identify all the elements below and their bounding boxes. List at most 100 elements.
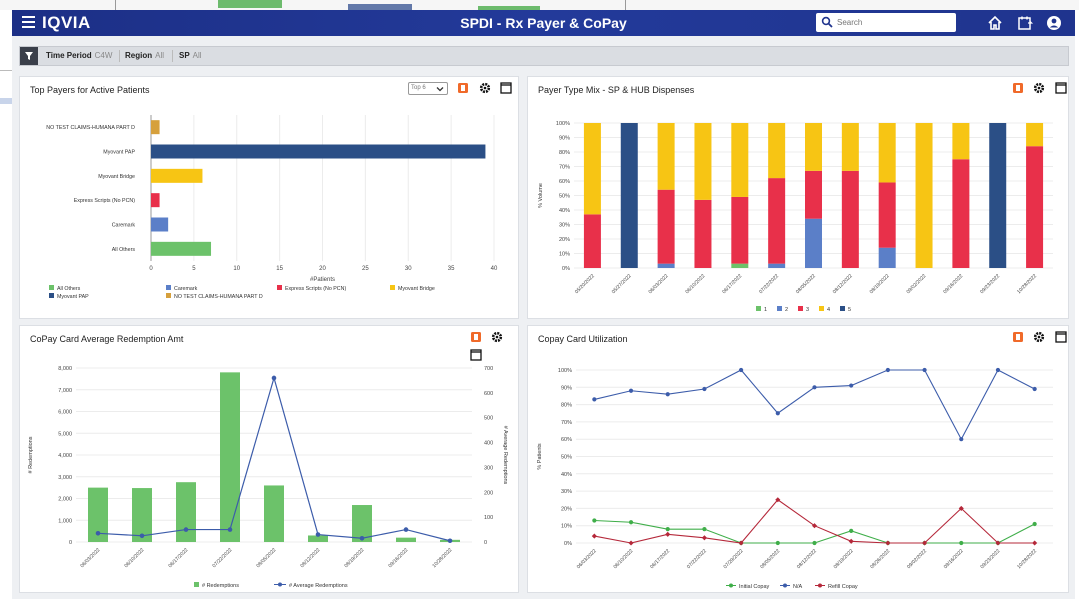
line-point	[702, 527, 707, 532]
stacked-bar-segment	[989, 123, 1007, 268]
copay-utilization-chart: 0% 10% 20% 30% 40% 50% 60% 70% 80% 90% 100% % Patie…	[537, 367, 1053, 590]
line-point	[183, 527, 189, 532]
stacked-bar-segment	[731, 263, 749, 268]
top-n-select[interactable]: Top 6	[408, 82, 448, 95]
x-tick-label: 5	[192, 266, 196, 272]
line-point	[592, 397, 597, 402]
stacked-bar-segment	[1026, 146, 1044, 268]
calendar-refresh-icon[interactable]	[1016, 14, 1034, 32]
line-point	[591, 533, 597, 539]
filter-time-period[interactable]: Time Period C4W	[46, 51, 112, 60]
line-point	[227, 527, 233, 532]
line-point	[271, 375, 277, 381]
line-point	[628, 520, 634, 525]
export-icon[interactable]	[457, 82, 469, 94]
x-tick-label: 07/29/2022	[723, 548, 745, 570]
bar	[151, 168, 203, 183]
x-tick-label: 06/17/2022	[649, 548, 671, 570]
filter-region[interactable]: Region All	[125, 51, 164, 60]
line-point	[812, 540, 817, 546]
gear-icon[interactable]	[1033, 82, 1045, 94]
bar	[220, 372, 240, 542]
export-icon[interactable]	[1012, 331, 1024, 343]
y-axis-label: # Redemptions	[28, 436, 34, 473]
panel-toolbar	[1007, 82, 1067, 96]
y2-tick-label: 500	[484, 416, 493, 422]
stacked-bar-segment	[1026, 123, 1044, 147]
expand-icon[interactable]	[1055, 82, 1067, 94]
line-point	[1032, 386, 1037, 392]
line-point	[665, 527, 670, 532]
gear-icon[interactable]	[491, 331, 503, 343]
bar	[151, 217, 169, 232]
filter-sp[interactable]: SP All	[179, 51, 202, 60]
y-tick-label: 60%	[559, 179, 570, 185]
search-box[interactable]	[816, 13, 956, 32]
search-input[interactable]	[837, 15, 949, 30]
expand-icon[interactable]	[500, 82, 513, 94]
line-point	[849, 528, 854, 533]
legend-label: Caremark	[174, 286, 198, 292]
y2-axis-label: # Average Redemptions	[502, 426, 508, 485]
legend-swatch	[49, 285, 54, 290]
line-point	[775, 540, 780, 546]
y-tick-label: 40%	[561, 472, 572, 478]
stacked-bar-segment	[841, 170, 859, 268]
y-tick-label: 80%	[559, 150, 570, 156]
stacked-bar-segment	[657, 189, 675, 264]
x-tick-label: 06/03/2022	[576, 548, 598, 570]
line-point	[315, 532, 321, 537]
filter-button[interactable]	[20, 47, 38, 65]
gear-icon[interactable]	[479, 82, 491, 94]
legend-swatch	[194, 582, 199, 587]
x-tick-label: 40	[491, 266, 498, 272]
gear-icon[interactable]	[1033, 331, 1045, 343]
legend-label: # Redemptions	[202, 583, 239, 589]
x-tick-label: 06/17/2022	[721, 273, 743, 295]
y-axis-label: % Volume	[538, 183, 544, 208]
legend-label: Initial Copay	[739, 584, 770, 590]
x-tick-label: 08/12/2022	[832, 273, 854, 295]
export-icon[interactable]	[470, 331, 482, 343]
payer-type-mix-chart: 0% 10% 20% 30% 40% 50% 60% 70% 80% 90% 100% % Volum…	[538, 121, 1053, 313]
legend-marker	[278, 582, 282, 587]
expand-icon[interactable]	[1055, 331, 1067, 343]
legend-label: 5	[848, 307, 851, 313]
stacked-bar-segment	[694, 123, 712, 200]
x-tick-label: 07/22/2022	[686, 548, 708, 570]
y-tick-label: All Others	[112, 247, 136, 253]
line-point	[959, 540, 964, 546]
legend-label: Express Scripts (No PCN)	[285, 286, 346, 292]
x-tick-label: 07/22/2022	[758, 273, 780, 295]
x-tick-label: 08/05/2022	[255, 547, 277, 569]
line-point	[922, 367, 927, 373]
y-tick-label: 5,000	[58, 431, 72, 437]
line-point	[139, 533, 145, 539]
legend-marker	[729, 583, 733, 588]
x-tick-label: 08/19/2022	[869, 273, 891, 295]
legend-swatch	[166, 293, 171, 298]
user-icon[interactable]	[1045, 14, 1063, 32]
y2-tick-label: 0	[484, 540, 487, 546]
y-tick-label: 3,000	[58, 475, 72, 481]
line-point	[702, 386, 707, 392]
legend-label: N/A	[793, 584, 803, 590]
stacked-bar-segment	[768, 123, 786, 179]
export-icon[interactable]	[1012, 82, 1024, 94]
line-point	[701, 535, 707, 541]
menu-icon[interactable]	[22, 16, 35, 29]
line-point	[959, 437, 964, 442]
panel-copay-avg-redemption: CoPay Card Average Redemption Amt 0 1,000…	[19, 325, 519, 593]
legend-label: Myovant PAP	[57, 294, 89, 300]
panel-title: Payer Type Mix - SP & HUB Dispenses	[538, 85, 695, 95]
top-bar: IQVIA SPDI - Rx Payer & CoPay	[12, 10, 1075, 36]
x-tick-label: 08/19/2022	[833, 548, 855, 570]
home-icon[interactable]	[986, 14, 1004, 32]
x-tick-label: 09/23/2022	[979, 548, 1001, 570]
y-tick-label: 100%	[556, 121, 570, 127]
legend-swatch	[49, 293, 54, 298]
x-tick-label: 05/27/2022	[611, 273, 633, 295]
x-tick-label: 09/23/2022	[979, 273, 1001, 295]
x-tick-label: 05/20/2022	[574, 273, 596, 295]
line-point	[1032, 521, 1037, 527]
